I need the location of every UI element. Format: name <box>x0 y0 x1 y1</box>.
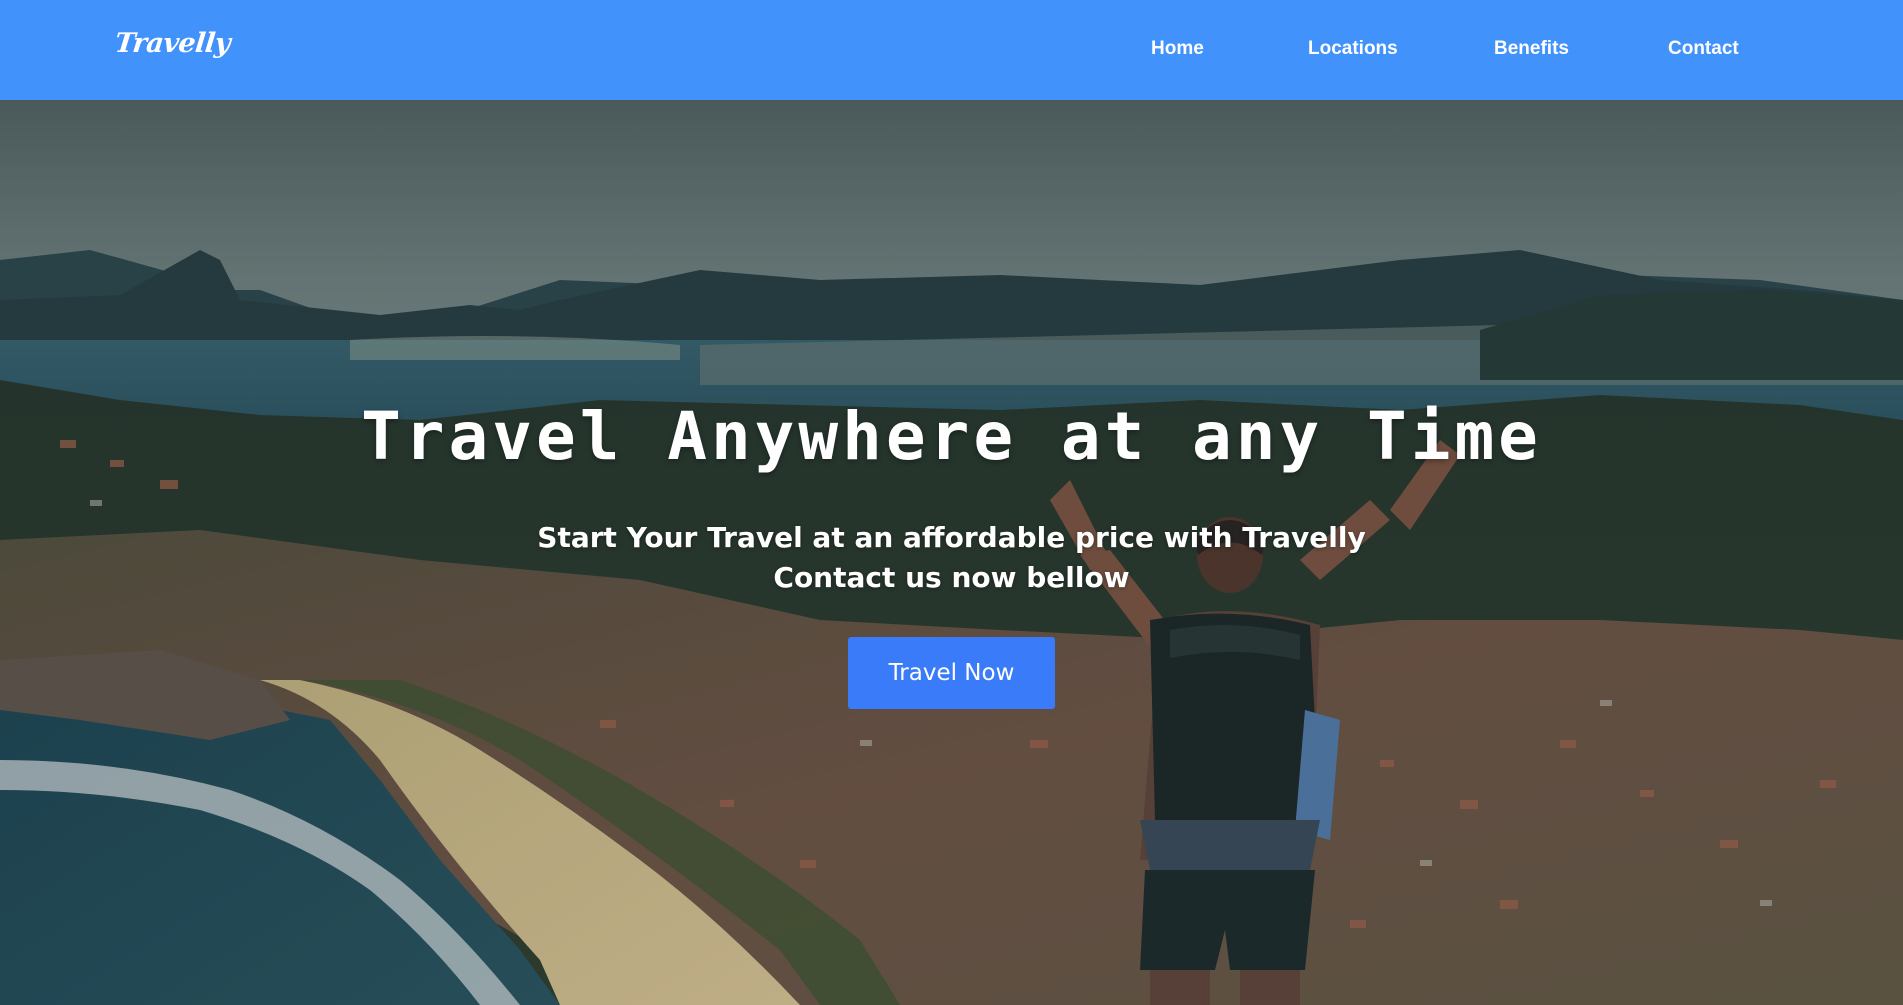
hero-subtitle: Start Your Travel at an affordable price… <box>0 518 1903 598</box>
landing-page: Travelly Home Locations Benefits Contact <box>0 0 1903 1005</box>
hero-subtitle-line-2: Contact us now bellow <box>773 561 1130 594</box>
hero-subtitle-line-1: Start Your Travel at an affordable price… <box>537 521 1366 554</box>
brand-logo[interactable]: Travelly <box>113 28 231 59</box>
hero-title: Travel Anywhere at any Time <box>361 398 1542 475</box>
nav-link-locations[interactable]: Locations <box>1308 38 1398 60</box>
travel-now-button[interactable]: Travel Now <box>848 637 1055 709</box>
nav-link-contact[interactable]: Contact <box>1668 38 1739 60</box>
nav-link-home[interactable]: Home <box>1151 38 1204 60</box>
nav-link-benefits[interactable]: Benefits <box>1494 38 1569 60</box>
top-navbar: Travelly Home Locations Benefits Contact <box>0 0 1903 100</box>
